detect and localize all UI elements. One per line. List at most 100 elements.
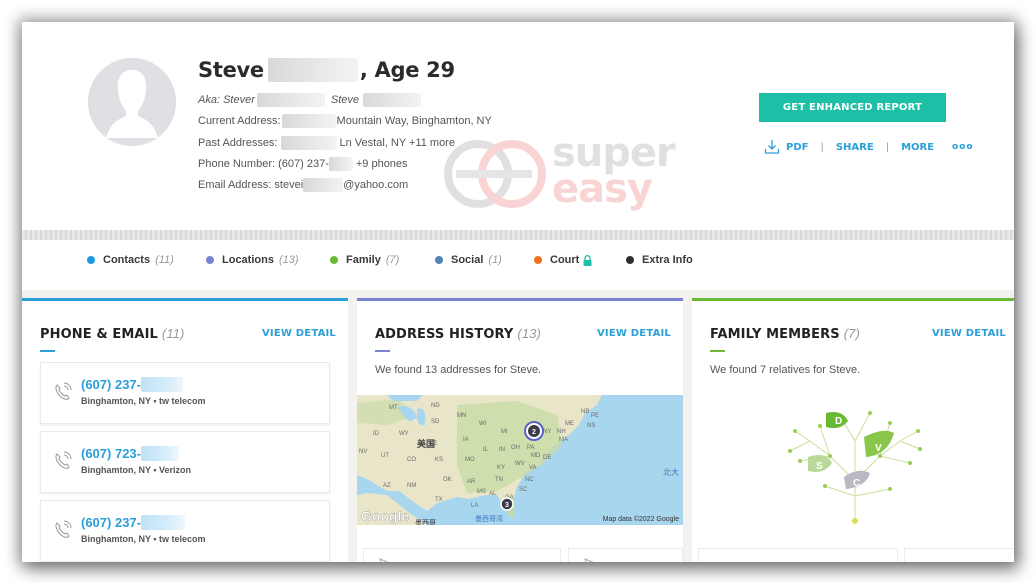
phone-ringing-icon (55, 451, 72, 469)
person-name: Steve , Age 29 (198, 58, 455, 82)
divider (22, 230, 1014, 240)
view-detail-link[interactable]: VIEW DETAIL (597, 328, 671, 339)
phone-list-item[interactable]: (607) 237- Binghamton, NY • tw telecom (40, 362, 330, 424)
navigation-arrow-icon (584, 558, 594, 562)
state-label: PE (591, 413, 599, 419)
svg-text:V: V (875, 443, 882, 454)
court-dot-icon (534, 256, 542, 264)
state-label: ID (373, 431, 380, 437)
card-title: ADDRESS HISTORY (13) (375, 326, 541, 342)
state-label: LA (471, 503, 478, 509)
state-label: SC (519, 487, 528, 493)
state-label: AR (467, 479, 476, 485)
address-list-item[interactable] (568, 548, 683, 562)
state-label: AZ (383, 483, 391, 489)
state-label: NB (581, 409, 589, 415)
profile-header: Steve , Age 29 Aka: Stever Steve Current… (22, 22, 1014, 230)
avatar (88, 58, 176, 146)
state-label: NM (407, 483, 416, 489)
relative-list-item[interactable] (698, 548, 898, 562)
phone-ringing-icon (55, 520, 72, 538)
redacted-text (280, 136, 337, 150)
relative-list-item[interactable] (904, 548, 1014, 562)
svg-text:2: 2 (532, 429, 536, 436)
state-label: WI (479, 421, 487, 427)
state-label: IA (463, 437, 469, 443)
lock-icon (583, 254, 592, 266)
family-dot-icon (330, 256, 338, 264)
share-link[interactable]: SHARE (836, 142, 874, 153)
phone-number: (607) 723- (81, 446, 179, 461)
google-logo: Google (361, 508, 409, 524)
aka-line: Aka: Stever Steve (198, 93, 421, 107)
state-label: OH (511, 445, 520, 451)
social-dot-icon (435, 256, 443, 264)
email-address-line: Email Address: stevei @yahoo.com (198, 178, 409, 192)
phone-number: (607) 237- (81, 515, 185, 530)
category-nav: Contacts (11) Locations (13) Family (7) … (22, 240, 1014, 290)
map-attribution: Map data ©2022 Google (603, 515, 679, 523)
state-label: IL (483, 447, 489, 453)
state-label: DE (543, 455, 551, 461)
contacts-dot-icon (87, 256, 95, 264)
redacted-text (140, 515, 185, 530)
card-title: PHONE & EMAIL (11) (40, 326, 185, 342)
state-label: NV (359, 449, 367, 455)
svg-text:S: S (816, 461, 823, 472)
category-locations[interactable]: Locations (13) (206, 254, 299, 266)
address-map[interactable]: MT ND MN SD WI MI ID WY NE IA NV UT CO KS MO IL IN OH PA NY… (357, 395, 683, 525)
download-icon[interactable] (764, 139, 780, 155)
state-label: AL (489, 491, 497, 497)
redacted-text (256, 93, 325, 107)
phone-ringing-icon (55, 382, 72, 400)
separator: | (820, 141, 824, 153)
state-label: MA (559, 437, 568, 443)
watermark-logo: super easy (440, 130, 680, 224)
state-label: MS (477, 489, 486, 495)
view-detail-link[interactable]: VIEW DETAIL (932, 328, 1006, 339)
address-summary: We found 13 addresses for Steve. (375, 364, 542, 376)
address-list-item[interactable] (363, 548, 561, 562)
state-label: WY (399, 431, 409, 437)
title-underline (375, 350, 390, 352)
state-label: WV (515, 461, 525, 467)
pdf-link[interactable]: PDF (786, 142, 808, 153)
category-family[interactable]: Family (7) (330, 254, 399, 266)
more-options-icon[interactable]: ooo (952, 142, 974, 152)
phone-email-card: PHONE & EMAIL (11) VIEW DETAIL (607) 237… (22, 298, 348, 562)
state-label: IN (499, 447, 505, 453)
state-label: SD (431, 419, 440, 425)
get-enhanced-report-button[interactable]: GET ENHANCED REPORT (759, 93, 946, 122)
phone-location: Binghamton, NY • tw telecom (81, 534, 206, 544)
family-tree-icon: D V S C (788, 411, 922, 524)
redacted-text (140, 446, 179, 461)
state-label: MT (389, 405, 398, 411)
separator: | (885, 141, 890, 153)
locations-dot-icon (206, 256, 214, 264)
report-page: Steve , Age 29 Aka: Stever Steve Current… (22, 22, 1014, 562)
redacted-text (140, 377, 183, 392)
category-contacts[interactable]: Contacts (11) (87, 254, 174, 266)
category-extra-info[interactable]: Extra Info (626, 254, 693, 266)
family-summary: We found 7 relatives for Steve. (710, 364, 861, 376)
state-label: KS (435, 457, 443, 463)
category-court[interactable]: Court (534, 254, 592, 266)
more-link[interactable]: MORE (901, 142, 934, 153)
ocean-label: 北大 (663, 467, 679, 477)
svg-text:D: D (835, 416, 842, 427)
card-title: FAMILY MEMBERS (7) (710, 326, 860, 342)
state-label: ME (565, 421, 574, 427)
title-underline (40, 350, 55, 352)
state-label: NS (587, 423, 595, 429)
age: , Age 29 (359, 58, 455, 82)
redacted-surname (267, 58, 358, 82)
state-label: MD (531, 453, 541, 459)
category-social[interactable]: Social (1) (435, 254, 502, 266)
view-detail-link[interactable]: VIEW DETAIL (262, 328, 336, 339)
phone-list-item[interactable]: (607) 723- Binghamton, NY • Verizon (40, 431, 330, 493)
state-label: NC (525, 477, 534, 483)
country-label: 美国 (417, 438, 435, 449)
phone-list-item[interactable]: (607) 237- Binghamton, NY • tw telecom (40, 500, 330, 562)
svg-text:C: C (853, 478, 860, 489)
state-label: PA (527, 445, 535, 451)
